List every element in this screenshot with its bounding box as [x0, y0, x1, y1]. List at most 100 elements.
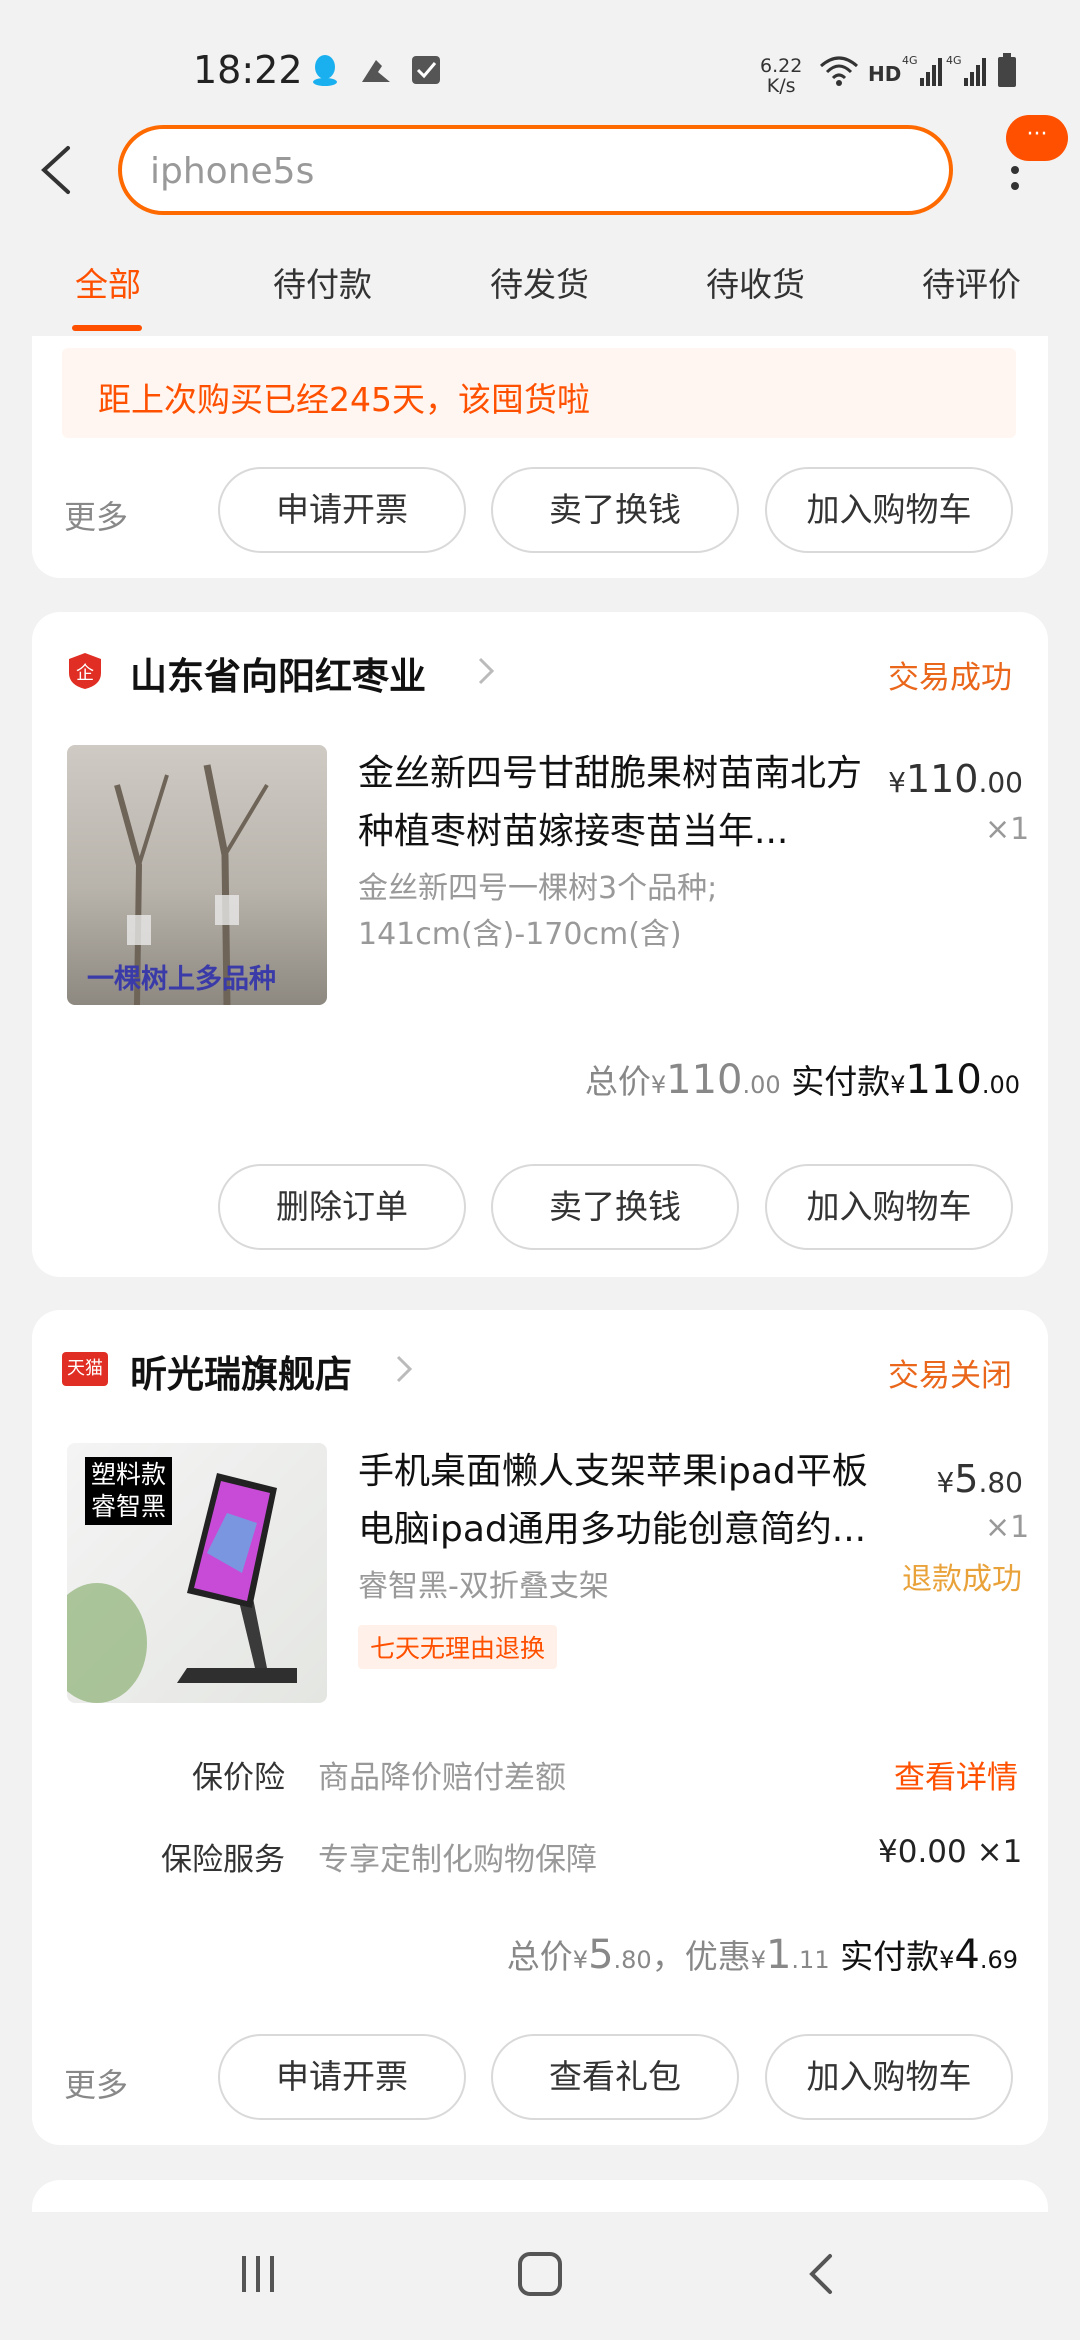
view-gift-pack-button[interactable]: 查看礼包: [491, 2034, 739, 2120]
currency-symbol: ¥: [890, 1071, 906, 1099]
currency-symbol: ¥: [939, 1946, 955, 1974]
tab-pending-review[interactable]: 待评价: [922, 258, 1021, 306]
tmall-badge-icon: 天猫: [62, 1352, 108, 1386]
enterprise-shop-icon: 企: [69, 653, 101, 689]
discount-decimal: .11: [791, 1946, 830, 1974]
nav-back-icon[interactable]: [802, 2250, 842, 2298]
qq-icon: [313, 55, 337, 86]
thumbnail-caption: 塑料款 睿智黑: [85, 1457, 173, 1525]
price-decimal: .00: [978, 766, 1023, 799]
price-integer: 5: [954, 1457, 979, 1501]
thumbnail-caption: 一棵树上多品种: [87, 964, 276, 995]
sku-line: 141cm(含)-170cm(含): [358, 917, 682, 952]
insurance-description: 商品降价赔付差额: [318, 1760, 566, 1796]
discount-label: ，优惠: [651, 1937, 751, 1976]
svg-text:4G: 4G: [946, 54, 962, 67]
signal-4g-icon: 4G: [946, 54, 986, 86]
product-sku: 睿智黑-双折叠支架: [358, 1569, 609, 1604]
tab-pending-payment[interactable]: 待付款: [273, 258, 372, 306]
request-invoice-button[interactable]: 申请开票: [218, 2034, 466, 2120]
sell-for-cash-button[interactable]: 卖了换钱: [491, 1164, 739, 1250]
paid-label: 实付款: [791, 1062, 891, 1101]
recent-apps-icon[interactable]: [236, 2252, 280, 2296]
currency-symbol: ¥: [888, 766, 906, 799]
wifi-icon: [820, 56, 858, 86]
product-sku: 金丝新四号一棵树3个品种; 141cm(含)-170cm(含): [358, 866, 717, 958]
product-thumbnail[interactable]: 一棵树上多品种: [67, 745, 327, 1005]
battery-icon: [998, 53, 1016, 87]
chevron-right-icon[interactable]: [474, 651, 500, 691]
paid-label: 实付款: [840, 1937, 940, 1976]
net-speed-unit: K/s: [766, 75, 796, 97]
paid-integer: 4: [954, 1932, 980, 1978]
product-price: ¥110.00: [878, 757, 1023, 801]
add-to-cart-button[interactable]: 加入购物车: [765, 1164, 1013, 1250]
repurchase-notice-text: 距上次购买已经245天，该囤货啦: [98, 380, 590, 419]
message-bubble-badge[interactable]: ···: [1006, 115, 1068, 161]
svg-text:企: 企: [76, 663, 94, 684]
svg-text:4G: 4G: [902, 54, 918, 67]
price-decimal: .80: [978, 1466, 1023, 1499]
sku-line: 金丝新四号一棵树3个品种;: [358, 871, 718, 906]
home-icon[interactable]: [516, 2250, 564, 2298]
tab-active-indicator: [72, 325, 142, 331]
currency-symbol: ¥: [936, 1466, 955, 1499]
signal-4g-icon: 4G: [902, 54, 942, 86]
add-to-cart-button[interactable]: 加入购物车: [765, 467, 1013, 553]
insurance-description: 专享定制化购物保障: [318, 1842, 597, 1878]
shop-name[interactable]: 山东省向阳红枣业: [130, 646, 426, 700]
tab-pending-shipment[interactable]: 待发货: [490, 258, 589, 306]
fitness-icon: [362, 60, 390, 82]
search-input[interactable]: [150, 147, 910, 195]
chevron-right-icon[interactable]: [392, 1349, 418, 1389]
shop-name[interactable]: 昕光瑞旗舰店: [130, 1344, 352, 1398]
checkbox-icon: [412, 56, 440, 84]
hd-label: HD: [868, 62, 902, 86]
paid-decimal: .69: [979, 1946, 1018, 1974]
total-label: 总价: [584, 1062, 651, 1101]
product-quantity: ×1: [985, 1510, 1030, 1545]
product-thumbnail[interactable]: 塑料款 睿智黑: [67, 1443, 327, 1703]
price-integer: 110: [905, 757, 979, 801]
net-speed-value: 6.22: [760, 55, 803, 77]
order-status: 交易关闭: [888, 1358, 1012, 1394]
total-decimal: .00: [742, 1071, 781, 1099]
currency-symbol: ¥: [750, 1946, 766, 1974]
view-details-link[interactable]: 查看详情: [894, 1752, 1018, 1797]
system-nav-bar: [0, 2212, 1080, 2340]
search-bar[interactable]: [118, 125, 953, 215]
status-bar: 18:22 6.22 K/s HD 4G 4G: [0, 0, 1080, 120]
total-integer: 110: [666, 1057, 743, 1103]
back-arrow-icon[interactable]: [30, 140, 90, 200]
paid-integer: 110: [905, 1057, 982, 1103]
order-total: 总价¥110.00 实付款¥110.00: [585, 1055, 1020, 1103]
product-price: ¥5.80: [920, 1457, 1023, 1501]
more-link[interactable]: 更多: [64, 492, 128, 538]
status-time: 18:22: [193, 48, 303, 92]
total-label: 总价: [506, 1937, 573, 1976]
refund-status[interactable]: 退款成功: [902, 1554, 1022, 1598]
request-invoice-button[interactable]: 申请开票: [218, 467, 466, 553]
sell-for-cash-button[interactable]: 卖了换钱: [491, 467, 739, 553]
insurance-label: 保险服务: [161, 1842, 285, 1878]
discount-integer: 1: [765, 1932, 792, 1978]
paid-decimal: .00: [981, 1071, 1020, 1099]
currency-symbol: ¥: [572, 1946, 589, 1974]
tab-all[interactable]: 全部: [75, 258, 141, 306]
thumbnail-caption-line: 睿智黑: [91, 1492, 167, 1521]
order-card: [32, 1310, 1048, 2145]
more-link[interactable]: 更多: [64, 2060, 128, 2106]
insurance-label: 保价险: [192, 1760, 285, 1796]
currency-symbol: ¥: [650, 1071, 667, 1099]
tab-pending-receipt[interactable]: 待收货: [706, 258, 805, 306]
delete-order-button[interactable]: 删除订单: [218, 1164, 466, 1250]
product-title[interactable]: 金丝新四号甘甜脆果树苗南北方种植枣树苗嫁接枣苗当年...: [358, 745, 878, 861]
insurance-price: ¥0.00 ×1: [878, 1834, 1023, 1870]
add-to-cart-button[interactable]: 加入购物车: [765, 2034, 1013, 2120]
product-title[interactable]: 手机桌面懒人支架苹果ipad平板电脑ipad通用多功能创意简约...: [358, 1443, 878, 1559]
net-speed: 6.22 K/s: [760, 56, 802, 96]
total-decimal: .80: [613, 1946, 652, 1974]
repurchase-notice[interactable]: 距上次购买已经245天，该囤货啦: [62, 348, 1016, 438]
total-integer: 5: [588, 1932, 614, 1978]
order-status: 交易成功: [888, 660, 1012, 696]
